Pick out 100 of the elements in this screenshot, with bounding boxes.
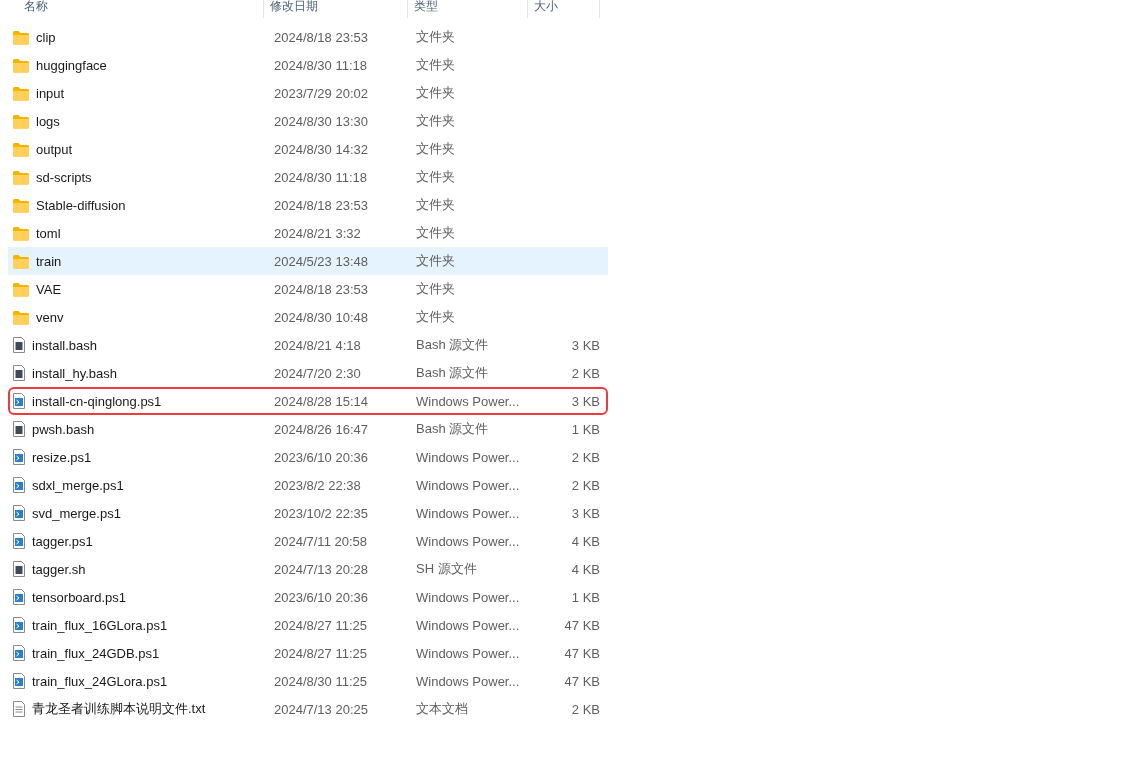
folder-icon	[12, 225, 30, 241]
file-row[interactable]: tensorboard.ps1 2023/6/10 20:36 Windows Power... 1 KB	[8, 583, 608, 611]
script-file-icon	[12, 589, 26, 605]
column-header[interactable]: 名称	[8, 0, 264, 18]
file-icon	[12, 561, 26, 577]
file-row[interactable]: tagger.sh 2024/7/13 20:28 SH 源文件 4 KB	[8, 555, 608, 583]
file-name: install.bash	[32, 337, 98, 353]
file-row[interactable]: sdxl_merge.ps1 2023/8/2 22:38 Windows Power... 2 KB	[8, 471, 608, 499]
file-row[interactable]: pwsh.bash 2024/8/26 16:47 Bash 源文件 1 KB	[8, 415, 608, 443]
file-size: 3 KB	[570, 393, 601, 409]
file-row[interactable]: train 2024/5/23 13:48 文件夹	[8, 247, 608, 275]
file-type: Windows Power...	[415, 393, 521, 409]
folder-icon	[12, 85, 30, 101]
file-size: 2 KB	[570, 449, 601, 465]
file-row[interactable]: 青龙圣者训练脚本说明文件.txt 2024/7/13 20:25 文本文档 2 KB	[8, 695, 608, 723]
script-file-icon	[12, 645, 26, 661]
modified-date: 2024/8/26 16:47	[273, 421, 369, 437]
file-name: input	[36, 85, 65, 101]
modified-date: 2024/8/27 11:25	[273, 617, 368, 633]
script-file-icon	[12, 673, 26, 689]
modified-date: 2024/8/18 23:53	[273, 29, 369, 45]
folder-icon	[12, 57, 30, 73]
file-row[interactable]: venv 2024/8/30 10:48 文件夹	[8, 303, 608, 331]
file-row[interactable]: train_flux_24GDB.ps1 2024/8/27 11:25 Windows Power... 47 KB	[8, 639, 608, 667]
file-type: Windows Power...	[415, 645, 521, 661]
file-type: 文本文档	[415, 700, 469, 718]
file-size: 3 KB	[570, 505, 601, 521]
column-header[interactable]: 修改日期	[264, 0, 408, 18]
file-row[interactable]: svd_merge.ps1 2023/10/2 22:35 Windows Power... 3 KB	[8, 499, 608, 527]
file-size: 4 KB	[570, 561, 601, 577]
file-name: toml	[36, 225, 61, 241]
file-type: 文件夹	[415, 28, 456, 46]
file-row[interactable]: logs 2024/8/30 13:30 文件夹	[8, 107, 608, 135]
file-row[interactable]: resize.ps1 2023/6/10 20:36 Windows Power... 2 KB	[8, 443, 608, 471]
file-row[interactable]: clip 2024/8/18 23:53 文件夹	[8, 23, 608, 51]
file-size: 47 KB	[563, 617, 601, 633]
modified-date: 2024/8/21 4:18	[273, 337, 362, 353]
file-type: Windows Power...	[415, 673, 521, 689]
file-name: train_flux_24GDB.ps1	[32, 645, 160, 661]
file-type: 文件夹	[415, 84, 456, 102]
modified-date: 2024/8/28 15:14	[273, 393, 369, 409]
file-size: 1 KB	[570, 421, 601, 437]
modified-date: 2023/6/10 20:36	[273, 449, 369, 465]
file-row[interactable]: Stable-diffusion 2024/8/18 23:53 文件夹	[8, 191, 608, 219]
file-type: Windows Power...	[415, 589, 521, 605]
modified-date: 2024/8/21 3:32	[273, 225, 362, 241]
folder-icon	[12, 141, 30, 157]
file-size: 47 KB	[563, 645, 601, 661]
file-row[interactable]: install-cn-qinglong.ps1 2024/8/28 15:14 Windows Power... 3 KB	[8, 387, 608, 415]
file-name: Stable-diffusion	[36, 197, 126, 213]
file-type: 文件夹	[415, 56, 456, 74]
modified-date: 2024/8/30 11:18	[273, 57, 368, 73]
modified-date: 2024/8/18 23:53	[273, 281, 369, 297]
file-name: logs	[36, 113, 60, 129]
modified-date: 2024/5/23 13:48	[273, 253, 369, 269]
script-file-icon	[12, 449, 26, 465]
file-name: install_hy.bash	[32, 365, 118, 381]
file-type: Windows Power...	[415, 477, 521, 493]
file-size: 1 KB	[570, 589, 601, 605]
file-icon	[12, 337, 26, 353]
folder-icon	[12, 113, 30, 129]
file-row[interactable]: input 2023/7/29 20:02 文件夹	[8, 79, 608, 107]
file-row[interactable]: VAE 2024/8/18 23:53 文件夹	[8, 275, 608, 303]
file-name: sdxl_merge.ps1	[32, 477, 124, 493]
file-type: Windows Power...	[415, 617, 521, 633]
file-name: tagger.sh	[32, 561, 86, 577]
folder-icon	[12, 169, 30, 185]
file-type: Bash 源文件	[415, 336, 490, 354]
modified-date: 2023/8/2 22:38	[273, 477, 362, 493]
file-row[interactable]: huggingface 2024/8/30 11:18 文件夹	[8, 51, 608, 79]
file-name: svd_merge.ps1	[32, 505, 121, 521]
file-row[interactable]: tagger.ps1 2024/7/11 20:58 Windows Power... 4 KB	[8, 527, 608, 555]
file-size: 2 KB	[570, 365, 601, 381]
file-row[interactable]: install_hy.bash 2024/7/20 2:30 Bash 源文件 2 KB	[8, 359, 608, 387]
file-name: pwsh.bash	[32, 421, 95, 437]
modified-date: 2024/8/30 14:32	[273, 141, 369, 157]
modified-date: 2024/8/30 13:30	[273, 113, 369, 129]
file-type: 文件夹	[415, 308, 456, 326]
file-row[interactable]: sd-scripts 2024/8/30 11:18 文件夹	[8, 163, 608, 191]
file-size: 3 KB	[570, 337, 601, 353]
modified-date: 2024/8/18 23:53	[273, 197, 369, 213]
file-row[interactable]: train_flux_16GLora.ps1 2024/8/27 11:25 Windows Power... 47 KB	[8, 611, 608, 639]
file-name: 青龙圣者训练脚本说明文件.txt	[32, 700, 206, 718]
file-type: Bash 源文件	[415, 420, 490, 438]
file-row[interactable]: output 2024/8/30 14:32 文件夹	[8, 135, 608, 163]
file-name: sd-scripts	[36, 169, 92, 185]
modified-date: 2023/10/2 22:35	[273, 505, 369, 521]
file-row[interactable]: install.bash 2024/8/21 4:18 Bash 源文件 3 KB	[8, 331, 608, 359]
file-name: install-cn-qinglong.ps1	[32, 393, 162, 409]
modified-date: 2024/8/30 11:18	[273, 169, 368, 185]
file-row[interactable]: toml 2024/8/21 3:32 文件夹	[8, 219, 608, 247]
file-row[interactable]: train_flux_24GLora.ps1 2024/8/30 11:25 Windows Power... 47 KB	[8, 667, 608, 695]
file-size: 4 KB	[570, 533, 601, 549]
modified-date: 2024/8/30 11:25	[273, 673, 368, 689]
script-file-icon	[12, 505, 26, 521]
column-header[interactable]: 类型	[408, 0, 528, 18]
modified-date: 2024/8/27 11:25	[273, 645, 368, 661]
file-type: 文件夹	[415, 140, 456, 158]
file-type: Windows Power...	[415, 533, 521, 549]
column-header[interactable]: 大小	[528, 0, 600, 18]
